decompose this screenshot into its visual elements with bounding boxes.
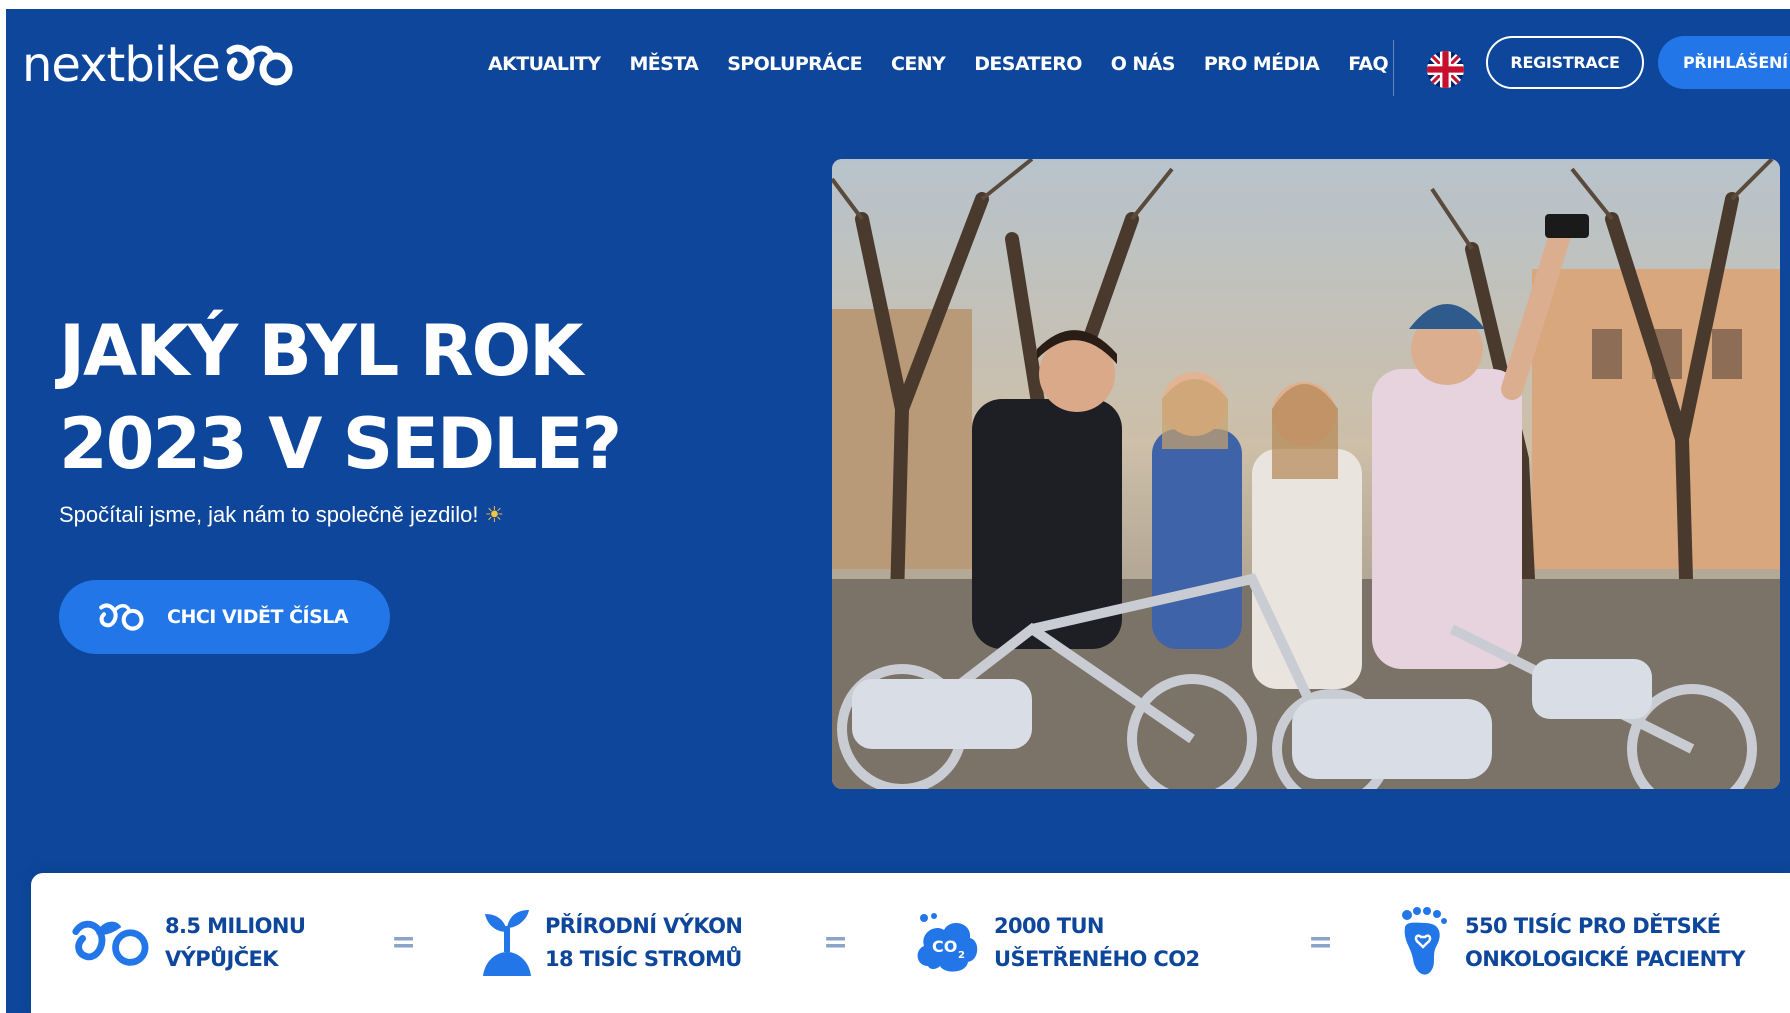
heart-foot-icon xyxy=(1402,907,1447,975)
hero-title: JAKÝ BYL ROK 2023 V SEDLE? xyxy=(59,305,699,491)
hero-subtitle-text: Spočítali jsme, jak nám to společně jezd… xyxy=(59,502,479,527)
bike-logo-icon xyxy=(99,603,144,631)
stat-co2: CO 2 2000 TUN UŠETŘENÉHO CO2 xyxy=(914,873,1200,1013)
bike-logo-icon xyxy=(72,920,149,966)
tree-sprout-icon xyxy=(483,910,531,976)
stat-donation-label: 550 TISÍC PRO DĚTSKÉ ONKOLOGICKÉ PACIENTY xyxy=(1465,914,1745,971)
stat-trees-label: PŘÍRODNÍ VÝKON 18 TISÍC STROMŮ xyxy=(545,914,743,971)
co2-cloud-icon: CO 2 xyxy=(917,913,978,972)
nav-pro-media[interactable]: PRO MÉDIA xyxy=(1204,53,1320,75)
nav-spoluprace[interactable]: SPOLUPRÁCE xyxy=(727,53,862,75)
sun-icon: ☀ xyxy=(484,502,505,527)
nav-ceny[interactable]: CENY xyxy=(891,53,946,75)
logo-text: nextbike xyxy=(22,37,221,93)
nav-aktuality[interactable]: AKTUALITY xyxy=(488,53,601,75)
hero-title-line1: JAKÝ BYL ROK xyxy=(59,310,583,392)
nav-o-nas[interactable]: O NÁS xyxy=(1111,53,1176,75)
cta-button[interactable]: CHCI VIDĚT ČÍSLA xyxy=(59,580,390,654)
register-button[interactable]: REGISTRACE xyxy=(1486,36,1644,89)
top-strip xyxy=(0,0,1790,9)
nav-mesta[interactable]: MĚSTA xyxy=(629,53,698,75)
bike-logo-icon xyxy=(226,44,293,86)
hero-section: nextbike AKTUALITY MĚSTA SPOLUPRÁCE CENY… xyxy=(6,9,1790,1013)
nav-divider xyxy=(1393,40,1394,96)
stat-co2-label: 2000 TUN UŠETŘENÉHO CO2 xyxy=(994,914,1200,971)
equals-sign: = xyxy=(391,925,417,960)
page: nextbike AKTUALITY MĚSTA SPOLUPRÁCE CENY… xyxy=(0,0,1790,1013)
stat-rentals: 8.5 MILIONU VÝPŮJČEK xyxy=(71,873,306,1013)
equals-sign: = xyxy=(1308,925,1334,960)
uk-flag-icon[interactable] xyxy=(1427,51,1464,88)
group-selfie-with-bikes-photo xyxy=(832,159,1780,789)
nav-faq[interactable]: FAQ xyxy=(1348,53,1388,75)
cta-label: CHCI VIDĚT ČÍSLA xyxy=(167,606,349,628)
nextbike-logo[interactable]: nextbike xyxy=(22,41,294,89)
stats-bar: 8.5 MILIONU VÝPŮJČEK = PŘÍRODNÍ VÝKON 18 T… xyxy=(31,873,1790,1013)
hero-photo xyxy=(832,159,1780,789)
stat-trees: PŘÍRODNÍ VÝKON 18 TISÍC STROMŮ xyxy=(481,873,743,1013)
main-nav: AKTUALITY MĚSTA SPOLUPRÁCE CENY DESATERO… xyxy=(488,53,1417,75)
stat-donation: 550 TISÍC PRO DĚTSKÉ ONKOLOGICKÉ PACIENTY xyxy=(1399,873,1745,1013)
stat-rentals-label: 8.5 MILIONU VÝPŮJČEK xyxy=(165,914,306,971)
hero-subtitle: Spočítali jsme, jak nám to společně jezd… xyxy=(59,502,504,528)
svg-text:CO: CO xyxy=(932,937,957,956)
equals-sign: = xyxy=(823,925,849,960)
login-button[interactable]: PŘIHLÁŠENÍ xyxy=(1658,36,1790,89)
nav-desatero[interactable]: DESATERO xyxy=(974,53,1082,75)
svg-text:2: 2 xyxy=(958,950,965,961)
hero-title-line2: 2023 V SEDLE? xyxy=(59,403,622,485)
